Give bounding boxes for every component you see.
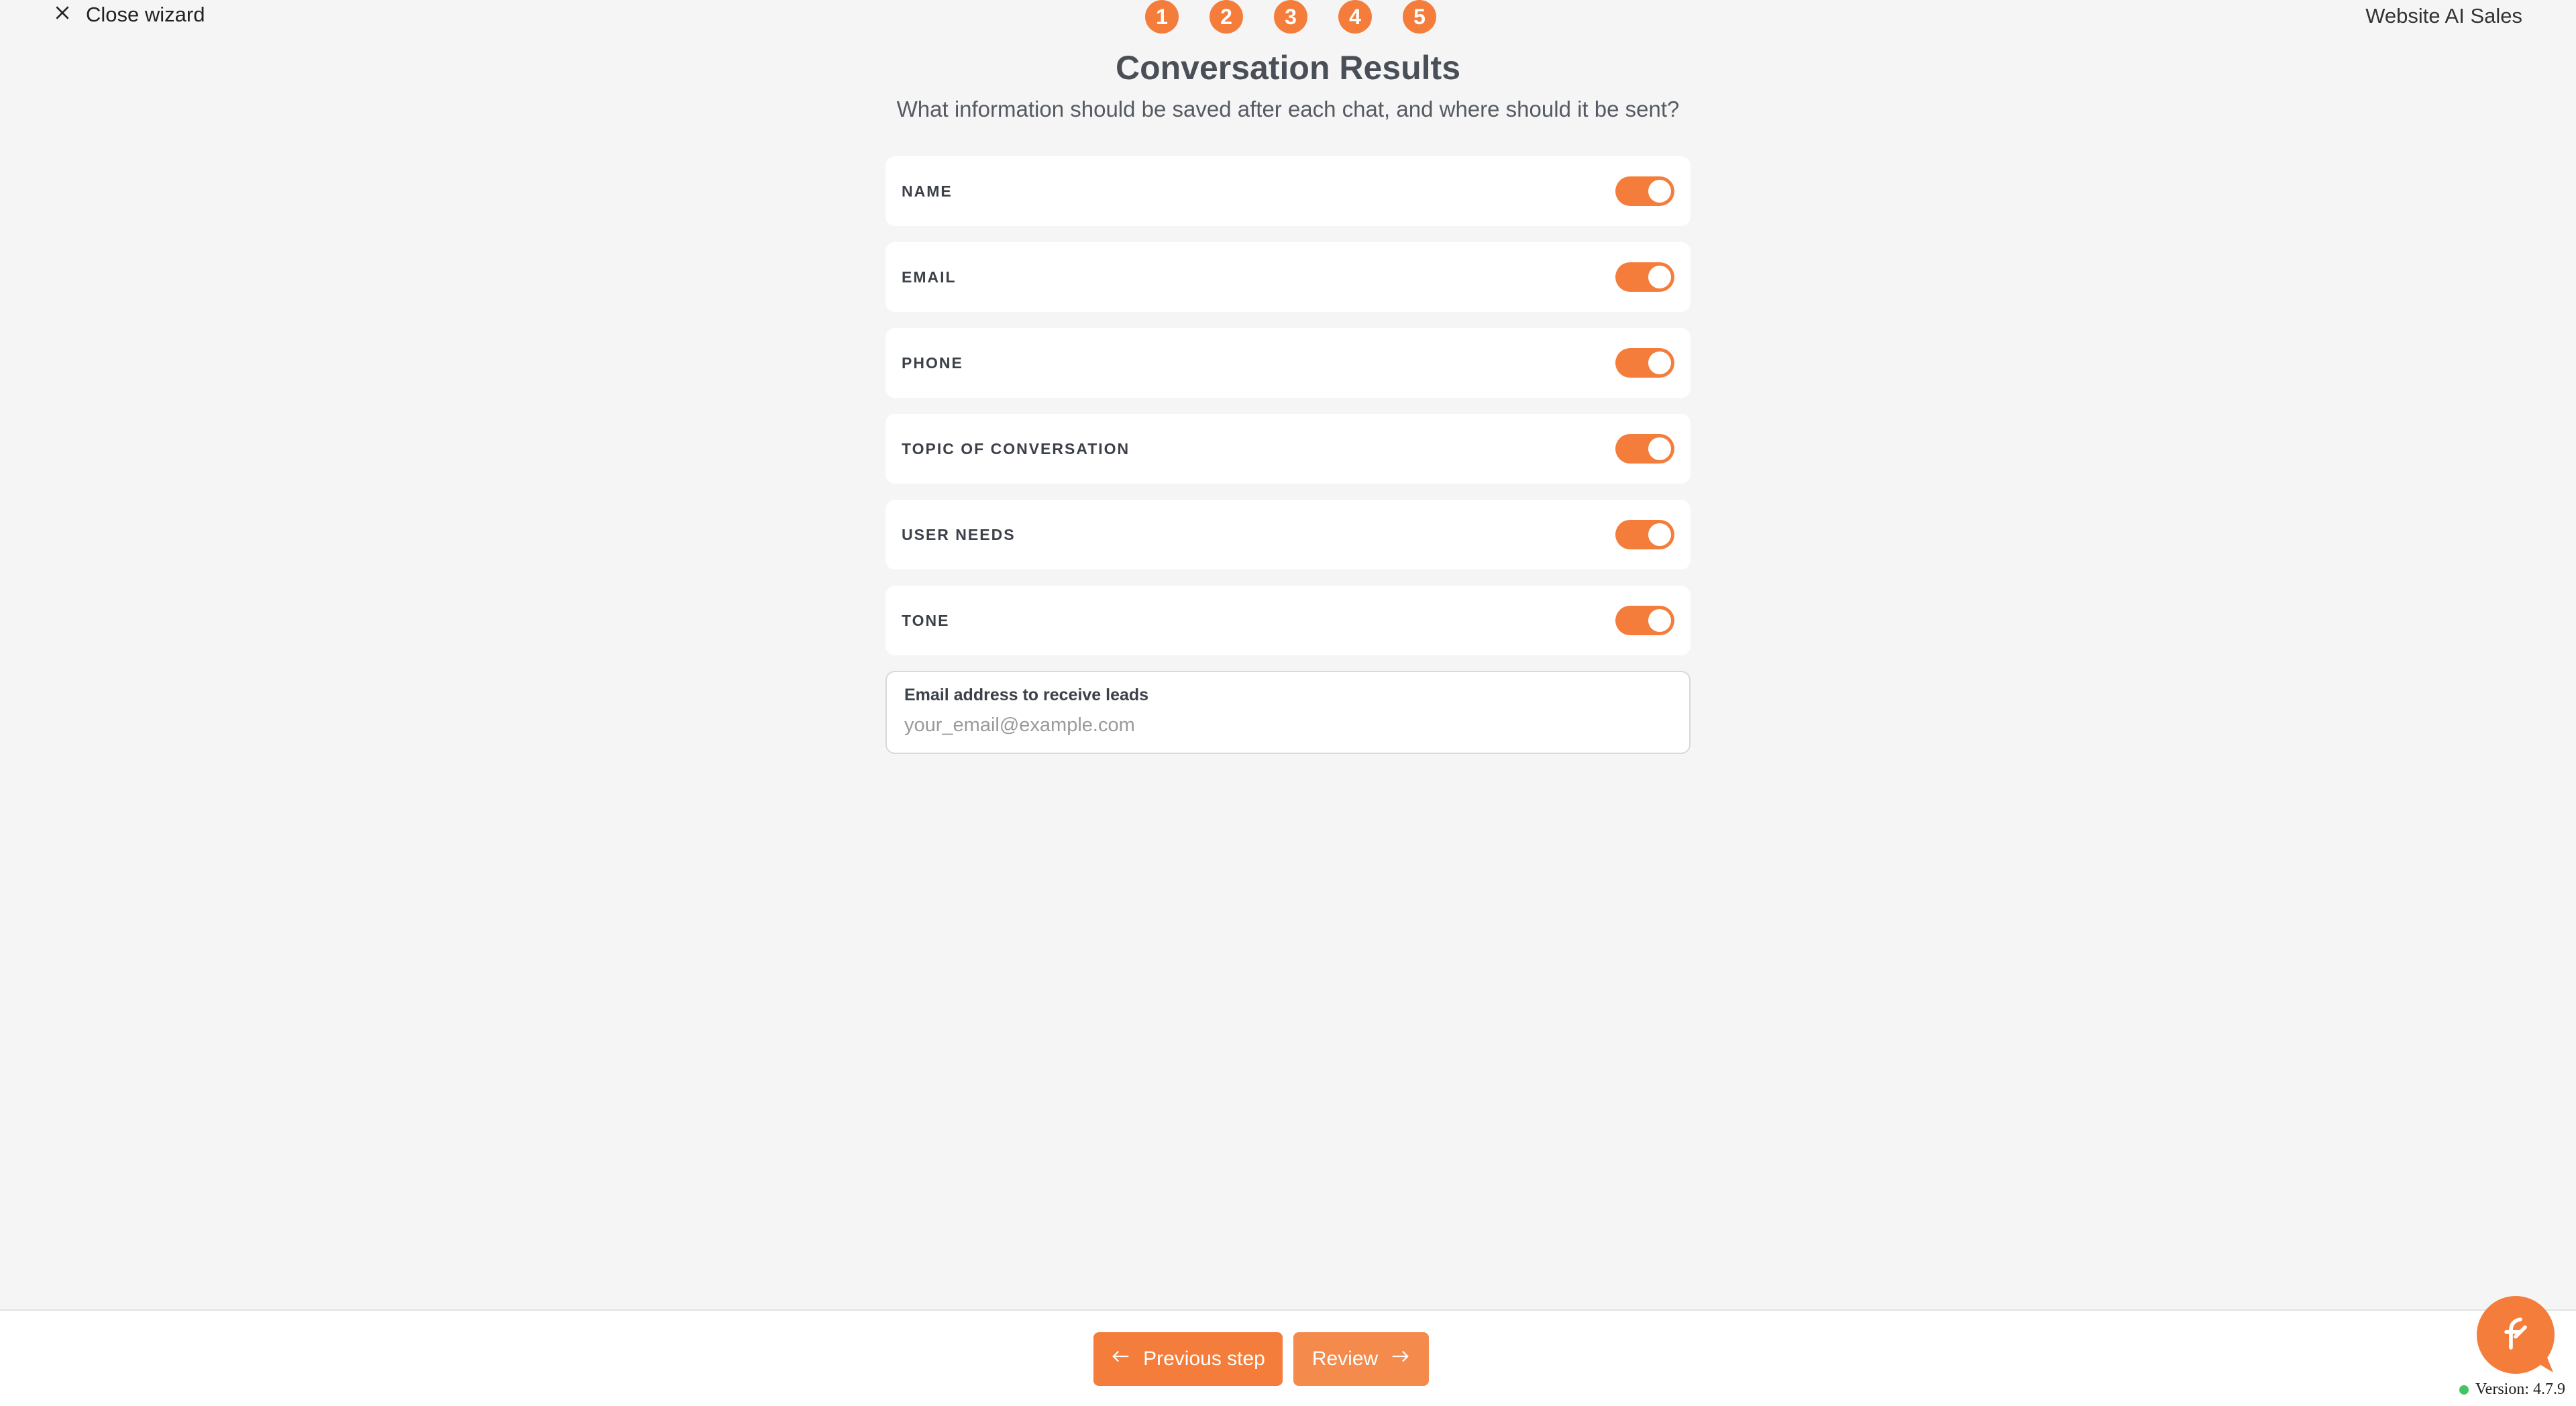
close-icon [54,3,71,27]
status-dot [2459,1385,2469,1395]
previous-step-label: Previous step [1143,1348,1265,1370]
field-label: USER NEEDS [902,525,1016,543]
page-subtitle: What information should be saved after e… [896,97,1680,121]
toggle-knob [1648,266,1671,288]
arrow-right-icon [1390,1346,1410,1372]
step-4[interactable]: 4 [1338,0,1372,34]
field-label: PHONE [902,354,963,372]
toggle-knob [1648,180,1671,203]
leads-email-label: Email address to receive leads [904,686,1149,704]
version-indicator: Version: 4.7.9 [2459,1381,2565,1399]
field-row-topic: TOPIC OF CONVERSATION [885,414,1690,484]
close-wizard-button[interactable]: Close wizard [54,3,205,27]
toggle-knob [1648,523,1671,546]
tone-toggle[interactable] [1615,606,1674,635]
step-5[interactable]: 5 [1403,0,1436,34]
toggle-knob [1648,437,1671,460]
wizard-page: Close wizard 1 2 3 4 5 Website AI Sales … [0,0,2576,1406]
field-label: NAME [902,182,953,200]
step-3[interactable]: 3 [1274,0,1307,34]
field-row-tone: TONE [885,586,1690,655]
version-label: Version: 4.7.9 [2475,1381,2565,1398]
name-toggle[interactable] [1615,176,1674,206]
field-label: TONE [902,611,950,629]
page-title: Conversation Results [1115,49,1460,87]
previous-step-button[interactable]: Previous step [1093,1332,1283,1386]
step-2[interactable]: 2 [1210,0,1243,34]
user-needs-toggle[interactable] [1615,520,1674,549]
field-row-email: EMAIL [885,242,1690,312]
close-wizard-label: Close wizard [86,3,205,26]
toggle-knob [1648,609,1671,632]
chat-bubble-icon [2497,1315,2534,1356]
review-button[interactable]: Review [1293,1332,1429,1386]
wizard-stepper: 1 2 3 4 5 [1145,0,1436,34]
chat-launcher-button[interactable] [2477,1296,2555,1374]
wizard-footer: Previous step Review [0,1309,2576,1406]
topic-toggle[interactable] [1615,434,1674,464]
phone-toggle[interactable] [1615,348,1674,378]
field-row-user-needs: USER NEEDS [885,500,1690,570]
step-1[interactable]: 1 [1145,0,1179,34]
result-fields-list: NAME EMAIL PHONE TOPIC OF CONVERSATION U… [885,156,1690,671]
toggle-knob [1648,352,1671,374]
field-label: EMAIL [902,268,957,286]
arrow-left-icon [1111,1346,1131,1372]
leads-email-field: Email address to receive leads [885,671,1690,754]
app-name: Website AI Sales [2365,4,2522,28]
field-label: TOPIC OF CONVERSATION [902,439,1130,457]
email-toggle[interactable] [1615,262,1674,292]
field-row-phone: PHONE [885,328,1690,398]
review-label: Review [1311,1348,1379,1370]
field-row-name: NAME [885,156,1690,226]
leads-email-input[interactable] [904,714,1672,737]
